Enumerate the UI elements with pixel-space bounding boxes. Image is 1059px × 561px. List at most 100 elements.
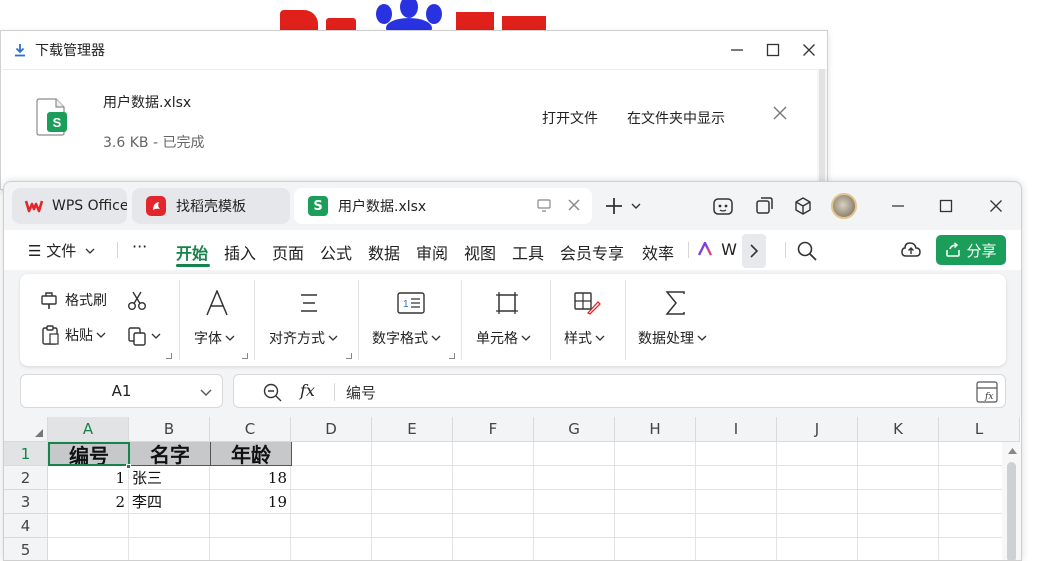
- ai-assistant-button[interactable]: [711, 194, 735, 218]
- menu-data[interactable]: 数据: [368, 240, 400, 264]
- copy-button[interactable]: [126, 325, 161, 347]
- column-header[interactable]: C: [210, 417, 291, 442]
- column-header[interactable]: F: [453, 417, 534, 442]
- font-button[interactable]: 字体: [194, 328, 235, 348]
- number-format-button[interactable]: 数字格式: [372, 328, 441, 348]
- close-tab-icon[interactable]: [566, 197, 582, 213]
- style-button[interactable]: 样式: [564, 328, 605, 348]
- show-in-folder-link[interactable]: 在文件夹中显示: [627, 108, 725, 128]
- download-file-name: 用户数据.xlsx: [103, 95, 192, 111]
- tab-docer-templates[interactable]: 找稻壳模板: [132, 188, 290, 224]
- cell-b3[interactable]: 李四: [129, 490, 210, 514]
- formula-input[interactable]: fx 编号 fx: [233, 374, 1006, 408]
- format-painter-button[interactable]: 格式刷: [40, 290, 107, 310]
- menu-home[interactable]: 开始: [176, 240, 208, 264]
- tab-wps-office[interactable]: WPS Office: [12, 188, 127, 224]
- alignment-dialog-launcher[interactable]: [346, 353, 352, 359]
- apps-button[interactable]: [791, 194, 815, 218]
- svg-text:S: S: [53, 115, 62, 130]
- menu-tools[interactable]: 工具: [512, 240, 544, 264]
- file-menu[interactable]: ☰ 文件: [28, 240, 95, 261]
- select-all-corner[interactable]: [4, 417, 48, 442]
- tab-user-data-xlsx[interactable]: S 用户数据.xlsx: [294, 188, 592, 224]
- cell-b2[interactable]: 张三: [129, 466, 210, 490]
- window-mode-icon[interactable]: [536, 197, 552, 213]
- data-processing-button[interactable]: 数据处理: [638, 328, 707, 348]
- column-header[interactable]: G: [534, 417, 615, 442]
- open-file-link[interactable]: 打开文件: [542, 108, 598, 128]
- ribbon-toolbar: 格式刷 粘贴 字体 对齐方式 1 数字格式 单元格 样式 数据处理: [20, 274, 1006, 366]
- column-header[interactable]: K: [858, 417, 939, 442]
- share-button[interactable]: 分享: [936, 235, 1006, 265]
- cell-c3[interactable]: 19: [210, 490, 291, 514]
- close-button[interactable]: [791, 31, 827, 69]
- menu-formula[interactable]: 公式: [320, 240, 352, 264]
- share-icon: [946, 242, 961, 257]
- maximize-button[interactable]: [755, 31, 791, 69]
- wps-ai-icon: [697, 240, 713, 256]
- vertical-scrollbar[interactable]: [1002, 442, 1021, 560]
- menu-scroll-right-button[interactable]: [742, 234, 766, 268]
- background-page-logo: [276, 0, 576, 30]
- row-header[interactable]: 4: [4, 514, 48, 538]
- wps-maximize-button[interactable]: [934, 194, 958, 218]
- name-box[interactable]: A1: [20, 374, 223, 408]
- cell-a1[interactable]: 编号: [48, 442, 130, 466]
- number-format-dialog-launcher[interactable]: [449, 353, 455, 359]
- cell-a3[interactable]: 2: [48, 490, 129, 514]
- cell-button[interactable]: 单元格: [476, 328, 531, 348]
- wps-minimize-button[interactable]: [886, 194, 910, 218]
- formula-value: 编号: [346, 384, 377, 402]
- column-header[interactable]: I: [696, 417, 777, 442]
- column-header[interactable]: H: [615, 417, 696, 442]
- alignment-button[interactable]: 对齐方式: [269, 328, 338, 348]
- zoom-formula-icon[interactable]: [262, 382, 282, 402]
- column-header[interactable]: A: [48, 417, 129, 442]
- multi-window-button[interactable]: [752, 194, 776, 218]
- column-header[interactable]: J: [777, 417, 858, 442]
- column-header[interactable]: B: [129, 417, 210, 442]
- row-header[interactable]: 1: [4, 442, 48, 466]
- cell-c2[interactable]: 18: [210, 466, 291, 490]
- column-header[interactable]: E: [372, 417, 453, 442]
- cut-icon[interactable]: [126, 291, 148, 311]
- menu-member[interactable]: 会员专享: [560, 240, 624, 264]
- menu-view[interactable]: 视图: [464, 240, 496, 264]
- cloud-upload-icon[interactable]: [900, 240, 922, 260]
- paste-button[interactable]: 粘贴: [40, 324, 106, 346]
- download-scrollbar[interactable]: [817, 69, 827, 191]
- remove-download-icon[interactable]: [771, 104, 789, 122]
- column-header[interactable]: D: [291, 417, 372, 442]
- clipboard-dialog-launcher[interactable]: [166, 353, 172, 359]
- expand-formula-icon[interactable]: fx: [975, 380, 999, 404]
- minimize-icon: [892, 205, 904, 207]
- cell-a2[interactable]: 1: [48, 466, 129, 490]
- insert-function-button[interactable]: fx: [300, 381, 315, 400]
- menu-page[interactable]: 页面: [272, 240, 304, 264]
- style-icon: [572, 290, 602, 316]
- menu-insert[interactable]: 插入: [224, 240, 256, 264]
- row-header[interactable]: 2: [4, 466, 48, 490]
- download-icon: [15, 44, 25, 57]
- font-dialog-launcher[interactable]: [242, 353, 248, 359]
- clipboard-icon: [42, 325, 59, 345]
- minimize-button[interactable]: [719, 31, 755, 69]
- cell-b1[interactable]: 名字: [130, 442, 211, 466]
- wps-close-button[interactable]: [984, 194, 1008, 218]
- user-avatar[interactable]: [831, 193, 857, 219]
- download-list-item[interactable]: S 用户数据.xlsx 3.6 KB - 已完成 打开文件 在文件夹中显示: [1, 70, 827, 170]
- row-header[interactable]: 3: [4, 490, 48, 514]
- menu-wps-ai[interactable]: W: [697, 240, 737, 259]
- cell-c1[interactable]: 年龄: [211, 442, 292, 466]
- new-tab-button[interactable]: [602, 194, 626, 218]
- tab-list-dropdown[interactable]: [628, 194, 644, 218]
- menu-efficiency[interactable]: 效率: [642, 240, 674, 264]
- formula-bar: A1 fx 编号 fx: [20, 374, 1006, 408]
- menu-review[interactable]: 审阅: [416, 240, 448, 264]
- column-header[interactable]: L: [939, 417, 1020, 442]
- row-header[interactable]: 5: [4, 538, 48, 560]
- scroll-up-icon[interactable]: [1008, 448, 1017, 454]
- fill-handle[interactable]: [126, 464, 131, 469]
- more-menu-button[interactable]: ···: [132, 237, 147, 256]
- search-icon[interactable]: [796, 240, 818, 262]
